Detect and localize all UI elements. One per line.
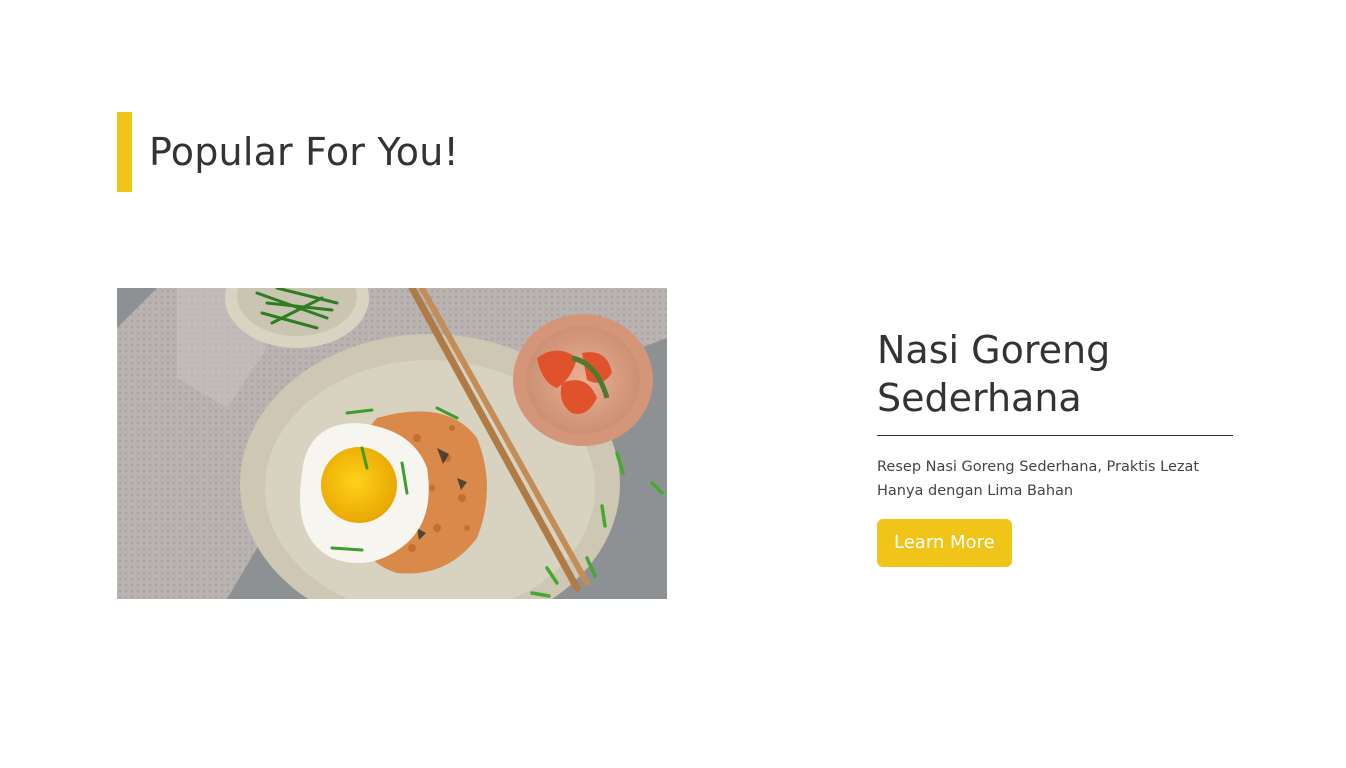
learn-more-button[interactable]: Learn More <box>877 519 1012 567</box>
recipe-image <box>117 288 667 599</box>
recipe-description: Resep Nasi Goreng Sederhana, Praktis Lez… <box>877 459 1200 499</box>
title-divider <box>877 435 1233 436</box>
section-heading: Popular For You! <box>117 112 459 192</box>
section-title: Popular For You! <box>149 130 459 174</box>
recipe-title: Nasi Goreng Sederhana <box>877 328 1111 420</box>
page: Popular For You! Nasi Goreng Sederhana R… <box>0 0 1346 768</box>
recipe-info: Nasi Goreng Sederhana Resep Nasi Goreng … <box>877 326 1233 567</box>
heading-accent-bar <box>117 112 132 192</box>
